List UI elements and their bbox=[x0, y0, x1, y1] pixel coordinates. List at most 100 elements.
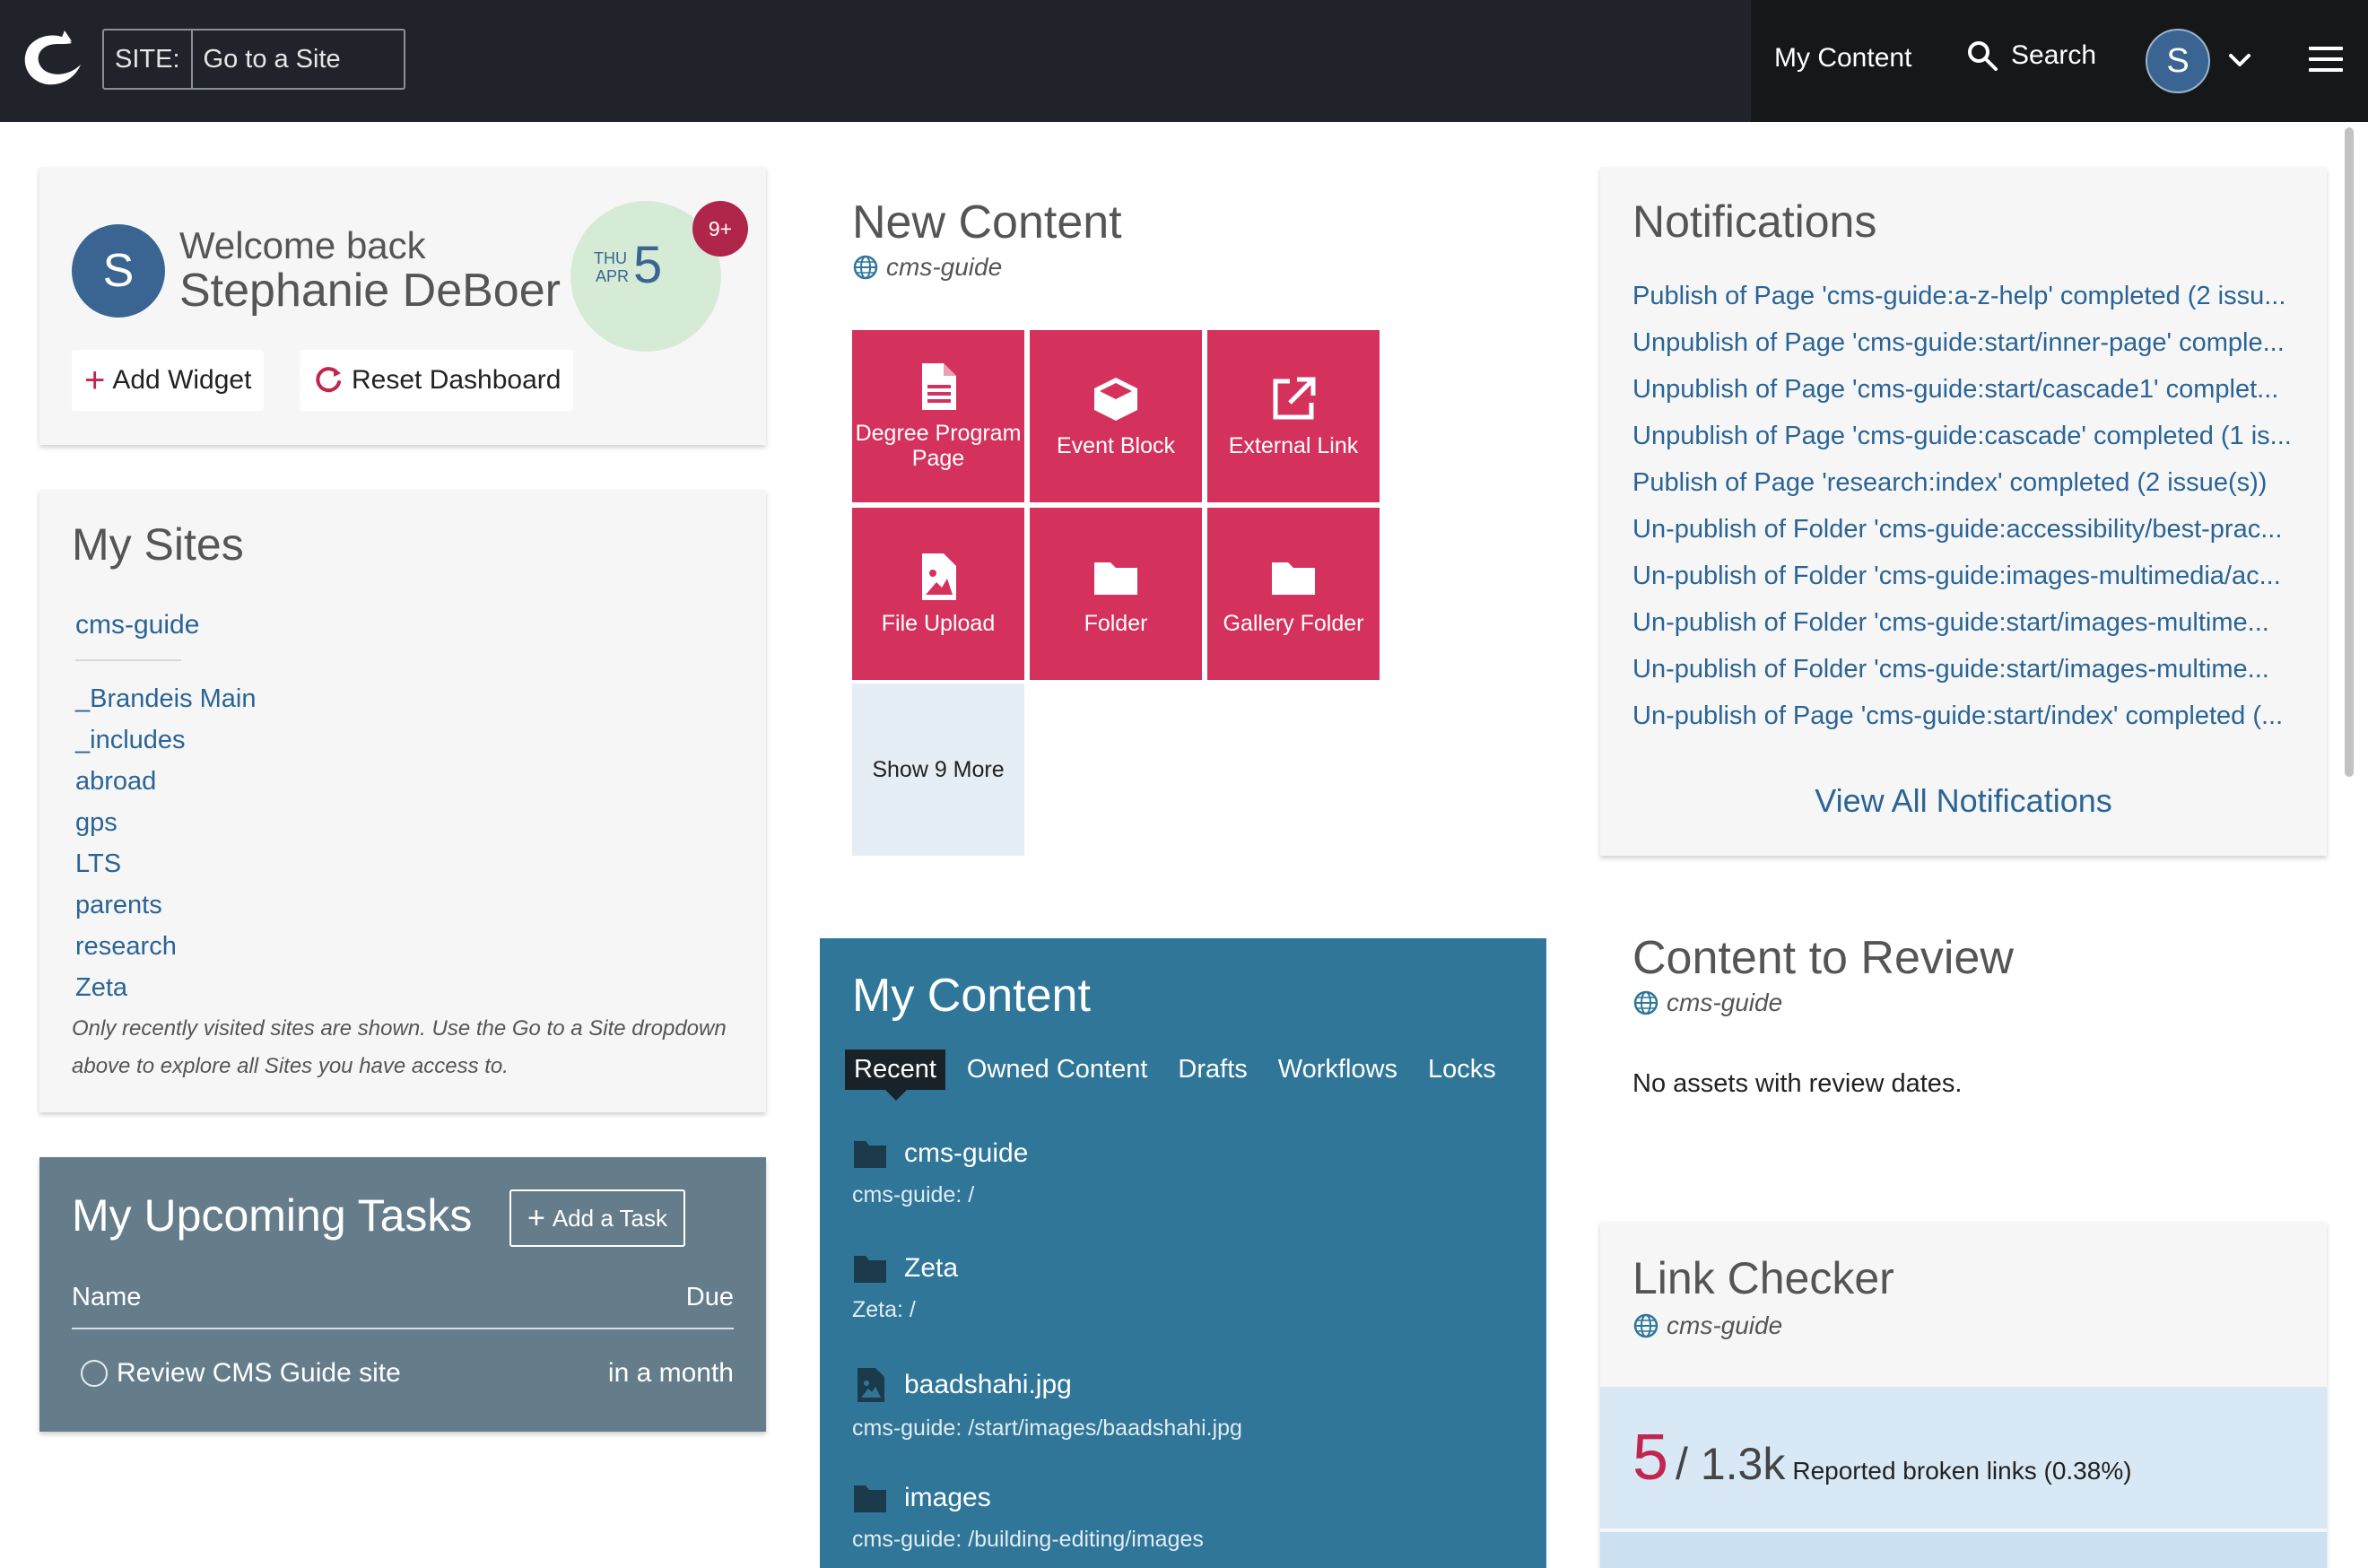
tile-degree-program-page[interactable]: Degree Program Page bbox=[852, 330, 1024, 502]
tile-label: Event Block bbox=[1056, 433, 1175, 458]
tab-owned-content[interactable]: Owned Content bbox=[958, 1050, 1157, 1090]
view-all-notifications-link[interactable]: View All Notifications bbox=[1600, 782, 2327, 820]
reset-dashboard-label: Reset Dashboard bbox=[352, 365, 562, 395]
tab-locks[interactable]: Locks bbox=[1419, 1050, 1505, 1090]
notification-link[interactable]: Unpublish of Page 'cms-guide:cascade' co… bbox=[1632, 422, 2296, 451]
site-selector-label: SITE: bbox=[104, 30, 193, 88]
site-selector-input[interactable]: Go to a Site bbox=[193, 45, 341, 74]
date-day-of-week: THU bbox=[594, 249, 627, 267]
current-site-link[interactable]: cms-guide bbox=[75, 610, 199, 640]
notification-link[interactable]: Un-publish of Folder 'cms-guide:images-m… bbox=[1632, 562, 2296, 591]
tile-label: Gallery Folder bbox=[1223, 611, 1364, 636]
add-widget-label: Add Widget bbox=[112, 365, 252, 395]
new-content-title: New Content bbox=[852, 196, 1122, 248]
link-checker-site-name: cms-guide bbox=[1667, 1311, 1783, 1339]
my-sites-title: My Sites bbox=[72, 519, 244, 570]
chevron-down-icon[interactable] bbox=[2226, 47, 2253, 74]
site-link[interactable]: abroad bbox=[75, 761, 257, 802]
tab-drafts[interactable]: Drafts bbox=[1169, 1050, 1256, 1090]
broken-links-count: 5 bbox=[1632, 1422, 1669, 1494]
site-link[interactable]: _Brandeis Main bbox=[75, 678, 257, 719]
notification-link[interactable]: Publish of Page 'research:index' complet… bbox=[1632, 468, 2296, 498]
hamburger-menu-icon[interactable] bbox=[2309, 47, 2343, 75]
add-widget-button[interactable]: + Add Widget bbox=[72, 350, 265, 411]
nav-search[interactable]: Search bbox=[1966, 39, 2096, 72]
list-item[interactable]: cms-guide cms-guide: / bbox=[852, 1137, 1028, 1208]
tasks-divider bbox=[72, 1328, 734, 1329]
site-link[interactable]: _includes bbox=[75, 719, 257, 761]
list-item-name: baadshahi.jpg bbox=[904, 1370, 1072, 1399]
new-content-site-name: cms-guide bbox=[886, 253, 1003, 281]
upcoming-tasks-card: My Upcoming Tasks + Add a Task Name Due … bbox=[39, 1157, 766, 1432]
task-complete-radio[interactable] bbox=[81, 1360, 108, 1387]
tile-label: External Link bbox=[1228, 433, 1359, 458]
notification-link[interactable]: Unpublish of Page 'cms-guide:start/casca… bbox=[1632, 375, 2296, 405]
search-icon bbox=[1968, 41, 1998, 71]
link-checker-card: Link Checker cms-guide 5 / 1.3k Reported… bbox=[1600, 1222, 2327, 1568]
notification-link[interactable]: Un-publish of Folder 'cms-guide:start/im… bbox=[1632, 655, 2296, 684]
date-day-number: 5 bbox=[633, 236, 663, 294]
folder-icon bbox=[854, 1256, 886, 1283]
notifications-card: Notifications Publish of Page 'cms-guide… bbox=[1600, 167, 2327, 856]
show-more-tile[interactable]: Show 9 More bbox=[852, 684, 1024, 856]
folder-icon bbox=[1094, 562, 1137, 595]
my-content-card: My Content Recent Owned Content Drafts W… bbox=[820, 938, 1546, 1568]
content-review-site: cms-guide bbox=[1632, 989, 1782, 1017]
link-checker-title: Link Checker bbox=[1632, 1253, 1894, 1303]
list-item[interactable]: images cms-guide: /building-editing/imag… bbox=[852, 1482, 1204, 1553]
nav-my-content[interactable]: My Content bbox=[1774, 43, 1911, 74]
tile-folder[interactable]: Folder bbox=[1030, 508, 1202, 680]
user-avatar[interactable]: S bbox=[2146, 29, 2210, 93]
tile-event-block[interactable]: Event Block bbox=[1030, 330, 1202, 502]
my-sites-card: My Sites cms-guide _Brandeis Main _inclu… bbox=[39, 490, 766, 1112]
site-link[interactable]: parents bbox=[75, 884, 257, 926]
date-month: APR bbox=[596, 267, 630, 285]
list-item[interactable]: baadshahi.jpg cms-guide: /start/images/b… bbox=[852, 1367, 1242, 1442]
notification-link[interactable]: Un-publish of Folder 'cms-guide:start/im… bbox=[1632, 608, 2296, 638]
site-selector[interactable]: SITE: Go to a Site bbox=[102, 29, 405, 90]
tile-label: Degree Program Page bbox=[855, 421, 1022, 471]
notification-link[interactable]: Un-publish of Page 'cms-guide:start/inde… bbox=[1632, 701, 2296, 731]
tile-label: Folder bbox=[1084, 611, 1148, 636]
notification-link[interactable]: Un-publish of Folder 'cms-guide:accessib… bbox=[1632, 515, 2296, 544]
tile-external-link[interactable]: External Link bbox=[1207, 330, 1380, 502]
folder-icon bbox=[854, 1141, 886, 1168]
site-link[interactable]: gps bbox=[75, 802, 257, 843]
site-link[interactable]: Zeta bbox=[75, 967, 257, 1008]
total-links-count: / 1.3k bbox=[1676, 1439, 1786, 1489]
add-task-button[interactable]: + Add a Task bbox=[509, 1189, 685, 1247]
notification-link[interactable]: Publish of Page 'cms-guide:a-z-help' com… bbox=[1632, 282, 2296, 311]
list-item[interactable]: Zeta Zeta: / bbox=[852, 1252, 958, 1323]
content-review-site-name: cms-guide bbox=[1667, 989, 1783, 1016]
my-content-title: My Content bbox=[852, 970, 1091, 1022]
add-task-label: Add a Task bbox=[552, 1204, 668, 1232]
cascade-logo-icon[interactable] bbox=[18, 25, 84, 91]
welcome-card: S Welcome back Stephanie DeBoer THU APR … bbox=[39, 167, 766, 445]
site-link[interactable]: research bbox=[75, 926, 257, 967]
tile-label: File Upload bbox=[881, 611, 996, 636]
tile-gallery-folder[interactable]: Gallery Folder bbox=[1207, 508, 1380, 680]
site-link[interactable]: LTS bbox=[75, 843, 257, 884]
notification-count-badge[interactable]: 9+ bbox=[692, 201, 748, 257]
tab-recent[interactable]: Recent bbox=[845, 1050, 945, 1101]
task-name[interactable]: Review CMS Guide site bbox=[117, 1358, 401, 1389]
tasks-column-due: Due bbox=[685, 1283, 734, 1311]
sites-help-note: Only recently visited sites are shown. U… bbox=[72, 1016, 727, 1078]
content-review-title: Content to Review bbox=[1632, 932, 2014, 984]
notification-link[interactable]: Unpublish of Page 'cms-guide:start/inner… bbox=[1632, 328, 2296, 358]
page-scrollbar[interactable] bbox=[2345, 127, 2354, 777]
task-due: in a month bbox=[607, 1358, 734, 1388]
welcome-user-name: Stephanie DeBoer bbox=[179, 265, 561, 317]
broken-links-label: Reported broken links (0.38%) bbox=[1792, 1457, 2132, 1485]
list-item-path: cms-guide: / bbox=[852, 1182, 975, 1207]
image-file-icon bbox=[922, 553, 956, 600]
reset-dashboard-button[interactable]: Reset Dashboard bbox=[300, 350, 574, 411]
folder-icon bbox=[854, 1485, 886, 1512]
plus-icon: + bbox=[527, 1200, 545, 1235]
tab-workflows[interactable]: Workflows bbox=[1269, 1050, 1406, 1090]
new-content-site: cms-guide bbox=[852, 253, 1002, 282]
tile-file-upload[interactable]: File Upload bbox=[852, 508, 1024, 680]
link-checker-site: cms-guide bbox=[1632, 1311, 1782, 1340]
globe-icon bbox=[1633, 990, 1658, 1015]
list-item-name: cms-guide bbox=[904, 1138, 1029, 1168]
